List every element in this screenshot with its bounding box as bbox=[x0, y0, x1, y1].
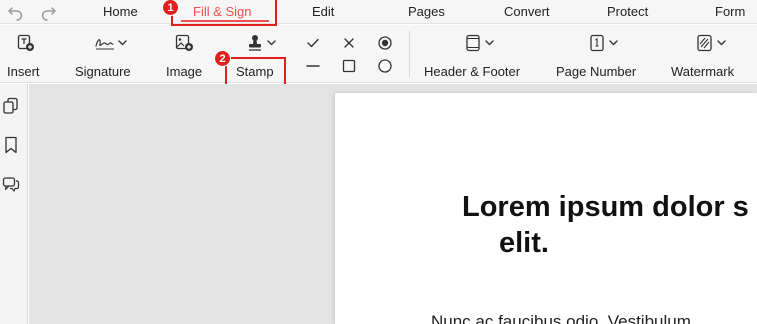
cross-icon[interactable] bbox=[341, 35, 357, 51]
ribbon-separator bbox=[409, 31, 410, 77]
page-number-icon[interactable] bbox=[589, 34, 621, 52]
tool-insert-label[interactable]: Insert bbox=[7, 64, 40, 79]
circle-icon[interactable] bbox=[377, 58, 393, 74]
document-title-line-1: Lorem ipsum dolor s bbox=[462, 191, 749, 223]
image-add-icon[interactable] bbox=[175, 34, 194, 52]
redo-icon[interactable] bbox=[39, 3, 57, 21]
check-icon[interactable] bbox=[305, 35, 321, 51]
tool-watermark-label[interactable]: Watermark bbox=[671, 64, 734, 79]
radio-dot-icon[interactable] bbox=[377, 35, 393, 51]
tool-page-number-label[interactable]: Page Number bbox=[556, 64, 636, 79]
undo-icon[interactable] bbox=[7, 3, 25, 21]
bookmark-icon[interactable] bbox=[2, 136, 20, 154]
document-title[interactable]: Lorem ipsum dolor s elit. bbox=[462, 189, 757, 261]
stamp-icon[interactable] bbox=[245, 34, 279, 52]
pages-thumbnail-icon[interactable] bbox=[2, 97, 20, 115]
menu-home[interactable]: Home bbox=[103, 4, 138, 19]
menu-bar: Home Fill & Sign Edit Pages Convert Prot… bbox=[0, 0, 757, 24]
watermark-icon[interactable] bbox=[696, 34, 730, 52]
insert-text-box-icon[interactable] bbox=[17, 34, 35, 52]
left-sidebar bbox=[0, 84, 28, 324]
tool-signature-label[interactable]: Signature bbox=[75, 64, 131, 79]
step-badge-2: 2 bbox=[214, 50, 231, 67]
menu-protect[interactable]: Protect bbox=[607, 4, 648, 19]
document-title-line-2: elit. bbox=[499, 227, 549, 259]
header-footer-icon[interactable] bbox=[465, 34, 497, 52]
fill-sign-highlight-box bbox=[171, 0, 277, 26]
line-icon[interactable] bbox=[305, 58, 321, 74]
stamp-highlight-box bbox=[225, 57, 286, 86]
menu-edit[interactable]: Edit bbox=[312, 4, 334, 19]
menu-pages[interactable]: Pages bbox=[408, 4, 445, 19]
menu-form[interactable]: Form bbox=[715, 4, 745, 19]
ribbon-toolbar: Insert Signature Image Stamp Header & Fo… bbox=[0, 25, 757, 83]
signature-icon[interactable] bbox=[94, 34, 128, 52]
tool-image-label[interactable]: Image bbox=[166, 64, 202, 79]
pdf-page[interactable]: Lorem ipsum dolor s elit. Nunc ac faucib… bbox=[335, 93, 757, 324]
document-body-text[interactable]: Nunc ac faucibus odio. Vestibulum bbox=[431, 312, 691, 324]
menu-convert[interactable]: Convert bbox=[504, 4, 550, 19]
square-icon[interactable] bbox=[341, 58, 357, 74]
comments-icon[interactable] bbox=[2, 175, 20, 193]
tool-header-footer-label[interactable]: Header & Footer bbox=[424, 64, 520, 79]
